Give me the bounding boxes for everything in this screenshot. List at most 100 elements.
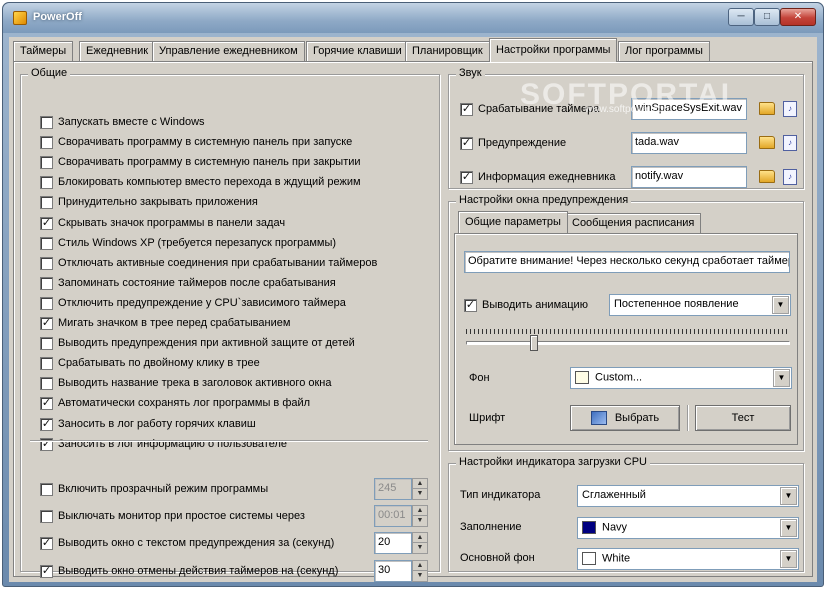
general-option-checkbox-14[interactable]: ✓	[40, 397, 53, 411]
spin-option-value-3[interactable]: 30	[374, 560, 412, 582]
sound-checkbox-0[interactable]: ✓	[460, 103, 473, 116]
warning-group-title: Настройки окна предупреждения	[456, 194, 632, 206]
general-option-label-15: Заносить в лог работу горячих клавиш	[58, 417, 256, 430]
cpu-select-2[interactable]: White ▼	[577, 548, 799, 570]
play-sound-icon[interactable]: ♪	[783, 135, 797, 151]
spin-option-stepper-2[interactable]: ▲ ▼	[412, 532, 428, 554]
cpu-select-1[interactable]: Navy ▼	[577, 517, 799, 539]
play-sound-icon[interactable]: ♪	[783, 169, 797, 185]
tab-1[interactable]: Ежедневник	[79, 41, 156, 61]
general-option-checkbox-15[interactable]: ✓	[40, 417, 53, 431]
cpu-value-2: White	[602, 552, 631, 565]
sound-file-field-2[interactable]: notify.wav	[631, 166, 747, 188]
minimize-button[interactable]: ─	[728, 8, 754, 26]
sound-checkbox-2[interactable]: ✓	[460, 171, 473, 184]
spin-option-checkbox-1[interactable]	[40, 510, 53, 523]
spin-option-checkbox-2[interactable]: ✓	[40, 537, 53, 550]
tab-5[interactable]: Настройки программы	[489, 38, 618, 62]
test-button[interactable]: Тест	[695, 405, 791, 431]
slider-track[interactable]	[466, 341, 790, 345]
background-value: Custom...	[595, 371, 643, 384]
general-option-label-2: Сворачивать программу в системную панель…	[58, 156, 361, 169]
sound-file-field-1[interactable]: tada.wav	[631, 132, 747, 154]
app-window: PowerOff ─ □ ✕ Таймеры Ежедневник Управлен…	[2, 2, 824, 587]
general-option-checkbox-3[interactable]	[40, 176, 53, 190]
spin-up-icon[interactable]: ▲	[413, 506, 427, 516]
chevron-down-icon: ▼	[780, 550, 797, 568]
spin-option-value-2[interactable]: 20	[374, 532, 412, 554]
font-icon	[590, 411, 607, 426]
general-option-checkbox-7[interactable]	[40, 256, 53, 270]
folder-icon[interactable]	[759, 136, 775, 149]
choose-font-label: Выбрать	[614, 412, 660, 424]
play-sound-icon[interactable]: ♪	[783, 101, 797, 117]
cpu-group-title: Настройки индикатора загрузки CPU	[456, 456, 650, 468]
spin-up-icon[interactable]: ▲	[413, 533, 427, 543]
cpu-value-0: Сглаженный	[582, 489, 646, 501]
animation-select[interactable]: Постепенное появление ▼	[609, 294, 791, 316]
general-option-label-5: Скрывать значок программы в панели задач	[58, 216, 286, 229]
general-option-checkbox-13[interactable]	[40, 377, 53, 391]
spin-down-icon[interactable]: ▼	[413, 516, 427, 526]
title-bar[interactable]: PowerOff ─ □ ✕	[3, 3, 823, 33]
animation-label: Выводить анимацию	[482, 299, 588, 311]
general-option-checkbox-6[interactable]	[40, 236, 53, 250]
spin-option-label-2: Выводить окно с текстом предупреждения з…	[58, 537, 335, 549]
background-color-swatch	[575, 371, 589, 384]
tab-2[interactable]: Управление ежедневником	[152, 41, 305, 61]
general-option-checkbox-12[interactable]	[40, 357, 53, 371]
choose-font-button[interactable]: Выбрать	[570, 405, 680, 431]
chevron-down-icon: ▼	[772, 296, 789, 314]
sound-label-1: Предупреждение	[478, 137, 567, 149]
folder-icon[interactable]	[759, 102, 775, 115]
spin-option-label-1: Выключать монитор при простое системы че…	[58, 510, 305, 522]
spin-option-value-1[interactable]: 00:01	[374, 505, 412, 527]
spin-option-stepper-0[interactable]: ▲ ▼	[412, 478, 428, 500]
general-option-checkbox-9[interactable]	[40, 296, 53, 310]
spin-option-value-0[interactable]: 245	[374, 478, 412, 500]
background-select[interactable]: Custom... ▼	[570, 367, 792, 389]
tab-0[interactable]: Таймеры	[13, 41, 74, 61]
window-title: PowerOff	[33, 11, 82, 23]
spin-down-icon[interactable]: ▼	[413, 571, 427, 581]
subtab-schedule-messages[interactable]: Сообщения расписания	[565, 213, 702, 233]
spin-option-stepper-1[interactable]: ▲ ▼	[412, 505, 428, 527]
general-option-checkbox-11[interactable]	[40, 337, 53, 351]
general-option-label-1: Сворачивать программу в системную панель…	[58, 136, 353, 149]
cpu-label-1: Заполнение	[460, 521, 522, 533]
general-option-checkbox-4[interactable]	[40, 196, 53, 210]
general-option-checkbox-0[interactable]	[40, 116, 53, 129]
general-option-label-10: Мигать значком в трее перед срабатывание…	[58, 317, 291, 329]
font-label: Шрифт	[469, 412, 506, 424]
close-button[interactable]: ✕	[780, 8, 816, 26]
spin-up-icon[interactable]: ▲	[413, 479, 427, 489]
sound-label-0: Срабатывание таймера	[478, 103, 600, 115]
sound-checkbox-1[interactable]: ✓	[460, 137, 473, 150]
folder-icon[interactable]	[759, 170, 775, 183]
slider-thumb[interactable]	[530, 335, 539, 351]
spin-option-checkbox-3[interactable]: ✓	[40, 565, 53, 578]
general-option-label-6: Стиль Windows XP (требуется перезапуск п…	[58, 236, 337, 249]
spin-option-checkbox-0[interactable]	[40, 483, 53, 496]
general-option-checkbox-1[interactable]	[40, 136, 53, 150]
tab-4[interactable]: Планировщик	[405, 41, 490, 61]
spin-up-icon[interactable]: ▲	[413, 561, 427, 571]
subtab-general-params[interactable]: Общие параметры	[458, 211, 568, 233]
general-option-checkbox-2[interactable]	[40, 156, 53, 170]
chevron-down-icon: ▼	[780, 519, 797, 537]
general-option-checkbox-5[interactable]: ✓	[40, 216, 53, 230]
maximize-button[interactable]: □	[754, 8, 780, 26]
animation-checkbox[interactable]: ✓	[464, 299, 477, 312]
spin-down-icon[interactable]: ▼	[413, 543, 427, 553]
sound-file-field-0[interactable]: winSpaceSysExit.wav	[631, 98, 747, 120]
tab-6[interactable]: Лог программы	[618, 41, 710, 61]
tab-3[interactable]: Горячие клавиши	[306, 41, 409, 61]
warning-message-field[interactable]: Обратите внимание! Через несколько секун…	[464, 251, 790, 273]
app-icon	[13, 11, 27, 25]
general-option-checkbox-10[interactable]: ✓	[40, 317, 53, 330]
slider-ticks	[466, 329, 790, 334]
general-option-checkbox-8[interactable]	[40, 276, 53, 290]
spin-down-icon[interactable]: ▼	[413, 489, 427, 499]
spin-option-stepper-3[interactable]: ▲ ▼	[412, 560, 428, 582]
cpu-select-0[interactable]: Сглаженный ▼	[577, 485, 799, 507]
